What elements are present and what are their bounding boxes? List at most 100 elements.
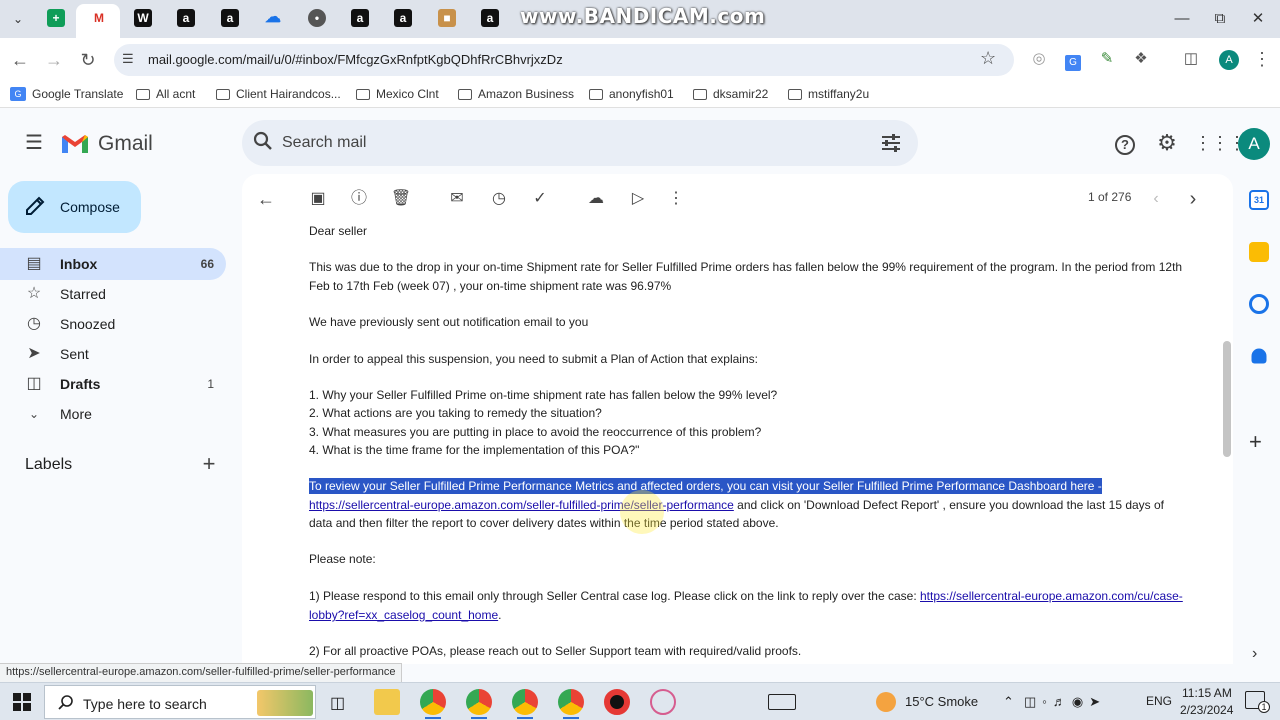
- nav-item-sent[interactable]: ➤ Sent: [0, 338, 226, 370]
- add-task-icon[interactable]: ✓: [528, 187, 552, 211]
- newer-chevron-icon[interactable]: ‹: [1144, 187, 1168, 211]
- bookmark-google-translate[interactable]: G Google Translate: [10, 87, 123, 101]
- minimize-button[interactable]: —: [1164, 6, 1200, 32]
- email-note1: 1) Please respond to this email only thr…: [309, 589, 1183, 603]
- folder-icon: [136, 88, 150, 100]
- label-icon[interactable]: ▷: [626, 187, 650, 211]
- pagination-text: 1 of 276: [1088, 190, 1132, 204]
- bookmark-star-icon[interactable]: ☆: [980, 48, 996, 69]
- close-window-button[interactable]: ✕: [1240, 6, 1276, 32]
- site-settings-icon[interactable]: ☰: [122, 51, 134, 67]
- search-mail-box[interactable]: Search mail: [242, 120, 918, 166]
- extensions-puzzle-icon[interactable]: ❖: [1127, 45, 1155, 73]
- report-spam-icon[interactable]: ⓘ: [347, 187, 371, 211]
- eyedropper-extension-icon[interactable]: ✎: [1093, 45, 1121, 73]
- gmail-logo[interactable]: Gmail: [60, 130, 153, 158]
- gmail-tab-icon[interactable]: M: [90, 9, 108, 27]
- bookmark-dksamir22[interactable]: dksamir22: [693, 87, 768, 101]
- apps-grid-icon[interactable]: ⋮⋮⋮: [1194, 129, 1246, 157]
- chrome-g-icon[interactable]: [466, 689, 492, 715]
- snipping-tool-icon[interactable]: [650, 689, 676, 715]
- move-to-icon[interactable]: ☁: [584, 187, 608, 211]
- taskbar-search[interactable]: Type here to search: [44, 685, 316, 719]
- taskbar-search-placeholder: Type here to search: [83, 696, 207, 712]
- back-to-inbox-icon[interactable]: ←: [254, 187, 278, 211]
- bandicam-record-icon[interactable]: [604, 689, 630, 715]
- nav-item-starred[interactable]: ☆ Starred: [0, 278, 226, 310]
- chrome-r-icon[interactable]: [420, 689, 446, 715]
- nav-item-snoozed[interactable]: ◷ Snoozed: [0, 308, 226, 340]
- tray-icons[interactable]: ◫◦♬◉➤: [1024, 694, 1106, 710]
- clock-time[interactable]: 11:15 AM: [1182, 686, 1232, 700]
- amazon-tab-icon[interactable]: a: [221, 9, 239, 27]
- weather-text[interactable]: 15°C Smoke: [905, 694, 978, 709]
- older-chevron-icon[interactable]: ›: [1181, 187, 1205, 211]
- touch-keyboard-icon[interactable]: [768, 694, 796, 710]
- help-icon[interactable]: ?: [1111, 129, 1139, 157]
- extension-globe-icon[interactable]: ◎: [1025, 45, 1053, 73]
- tray-chevron-up-icon[interactable]: ⌃: [1003, 694, 1014, 710]
- calendar-icon[interactable]: 31: [1249, 190, 1269, 210]
- get-addons-icon[interactable]: +: [1249, 429, 1262, 455]
- reload-icon[interactable]: ↻: [74, 46, 102, 74]
- email-review-line3: data and then filter the report to cover…: [309, 516, 779, 530]
- tasks-icon[interactable]: [1249, 294, 1269, 314]
- amazon-tab-icon[interactable]: a: [351, 9, 369, 27]
- bookmark-all-acnt[interactable]: All acnt: [136, 87, 195, 101]
- amazon-tab-icon[interactable]: a: [394, 9, 412, 27]
- onedrive-tab-icon[interactable]: ☁: [264, 9, 282, 27]
- task-view-icon[interactable]: ◫: [330, 693, 345, 713]
- expand-side-panel-icon[interactable]: ›: [1252, 645, 1257, 663]
- main-menu-icon[interactable]: ☰: [20, 129, 48, 157]
- weather-icon[interactable]: [876, 692, 896, 712]
- chrome-active-icon[interactable]: [558, 689, 584, 715]
- bookmark-client-hairandcos[interactable]: Client Hairandcos...: [216, 87, 341, 101]
- settings-gear-icon[interactable]: ⚙: [1153, 129, 1181, 157]
- nav-item-more[interactable]: ⌄ More: [0, 398, 226, 430]
- keep-icon[interactable]: [1249, 242, 1269, 262]
- bookmark-mstiffany2u[interactable]: mstiffany2u: [788, 87, 869, 101]
- back-icon[interactable]: ←: [6, 46, 34, 74]
- search-icon[interactable]: [252, 130, 274, 152]
- nav-item-inbox[interactable]: ▤ Inbox 66: [0, 248, 226, 280]
- case-lobby-link[interactable]: https://sellercentral-europe.amazon.com/…: [920, 589, 1183, 603]
- windows-start-icon[interactable]: [13, 693, 31, 711]
- chrome-profile-avatar[interactable]: A: [1219, 50, 1239, 70]
- add-label-icon[interactable]: +: [199, 451, 219, 477]
- nav-item-drafts[interactable]: ◫ Drafts 1: [0, 368, 226, 400]
- restore-button[interactable]: ⧉: [1202, 6, 1238, 32]
- globe-tab-icon[interactable]: •: [308, 9, 326, 27]
- bookmark-anonyfish01[interactable]: anonyfish01: [589, 87, 674, 101]
- file-explorer-icon[interactable]: [374, 689, 400, 715]
- amazon-tab-icon[interactable]: a: [481, 9, 499, 27]
- snooze-icon[interactable]: ◷: [487, 187, 511, 211]
- package-tab-icon[interactable]: ■: [438, 9, 456, 27]
- email-greeting: Dear seller: [309, 224, 368, 238]
- tab-search-button[interactable]: ⌄: [8, 9, 28, 29]
- forward-icon[interactable]: →: [40, 46, 68, 74]
- contacts-icon[interactable]: [1251, 348, 1267, 364]
- chrome-a-icon[interactable]: [512, 689, 538, 715]
- chrome-menu-icon[interactable]: ⋮: [1248, 45, 1276, 73]
- bookmark-mexico-clnt[interactable]: Mexico Clnt: [356, 87, 439, 101]
- sheets-tab-icon[interactable]: +: [47, 9, 65, 27]
- account-avatar[interactable]: A: [1238, 128, 1270, 160]
- email-question-2: 2. What actions are you taking to remedy…: [309, 406, 602, 420]
- seller-performance-link[interactable]: https://sellercentral-europe.amazon.com/…: [309, 498, 734, 512]
- more-options-icon[interactable]: ⋮: [664, 187, 688, 211]
- clock-date[interactable]: 2/23/2024: [1180, 703, 1233, 717]
- archive-icon[interactable]: ▣: [306, 187, 330, 211]
- compose-button[interactable]: Compose: [8, 181, 141, 233]
- case-lobby-link-cont[interactable]: lobby?ref=xx_caselog_count_home: [309, 608, 498, 622]
- message-scrollbar[interactable]: [1223, 341, 1231, 457]
- word-tab-icon[interactable]: W: [134, 9, 152, 27]
- delete-icon[interactable]: 🗑: [389, 187, 413, 211]
- amazon-tab-icon[interactable]: a: [177, 9, 195, 27]
- side-panel-icon[interactable]: ◫: [1177, 45, 1205, 73]
- bookmark-amazon-business[interactable]: Amazon Business: [458, 87, 574, 101]
- search-options-icon[interactable]: [880, 133, 902, 153]
- translate-extension-icon[interactable]: G: [1059, 45, 1087, 73]
- mark-unread-icon[interactable]: ✉: [445, 187, 469, 211]
- address-bar[interactable]: ☰ mail.google.com/mail/u/0/#inbox/FMfcgz…: [114, 44, 1014, 76]
- language-indicator[interactable]: ENG: [1146, 694, 1172, 708]
